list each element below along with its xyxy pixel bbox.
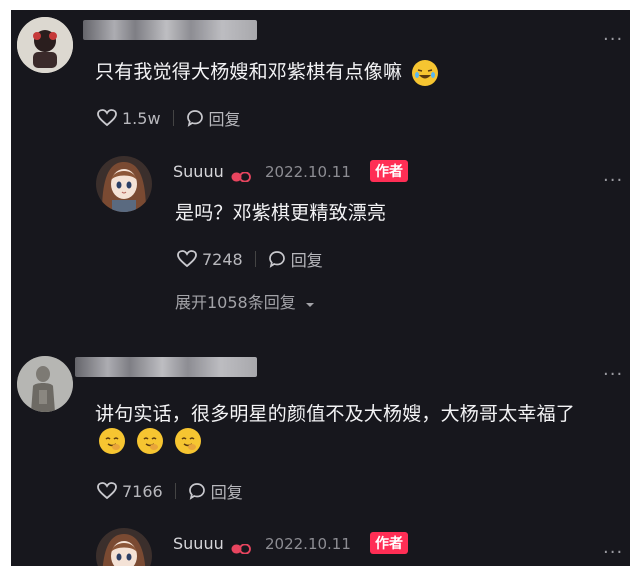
commenter-1-avatar[interactable] [17, 17, 73, 73]
comment-2-actions: 7166 回复 [97, 479, 243, 503]
comment-1-actions: 1.5w 回复 [97, 106, 241, 130]
comment-1-more-button[interactable]: ... [603, 24, 623, 45]
heart-icon[interactable] [97, 482, 117, 500]
comment-1-like-count: 1.5w [122, 108, 161, 128]
action-divider [172, 110, 174, 126]
expand-replies-label: 展开1058条回复 [175, 293, 296, 312]
expand-replies-button[interactable]: 展开1058条回复 [175, 289, 315, 313]
commenter-2-name-redacted [75, 357, 257, 377]
shy-smile-emoji-icon [99, 428, 125, 454]
chevron-down-icon [305, 294, 315, 313]
reply-1-username[interactable]: Suuuu [173, 162, 224, 181]
reply-1-date: 2022.10.11 [265, 163, 351, 181]
link-icon [231, 167, 251, 186]
action-divider [254, 251, 256, 267]
comment-2-reply-button[interactable]: 回复 [211, 479, 243, 503]
reply-1-text: 是吗？邓紫棋更精致漂亮 [175, 202, 387, 224]
comment-1-text: 只有我觉得大杨嫂和邓紫棋有点像嘛 [95, 57, 439, 86]
reply-2-username[interactable]: Suuuu [173, 534, 224, 553]
commenter-1-name-redacted [83, 20, 257, 40]
comment-1-text-content: 只有我觉得大杨嫂和邓紫棋有点像嘛 [95, 61, 403, 83]
commenter-2-avatar[interactable] [17, 356, 73, 412]
reply-1-more-button[interactable]: ... [603, 165, 623, 186]
reply-1-actions: 7248 回复 [177, 247, 323, 271]
reply-2-date: 2022.10.11 [265, 535, 351, 553]
author-badge: 作者 [370, 532, 408, 554]
reply-2-more-button[interactable]: ... [603, 537, 623, 558]
author-avatar[interactable] [96, 528, 152, 566]
author-badge: 作者 [370, 160, 408, 182]
heart-icon[interactable] [97, 109, 117, 127]
comment-screen: ... 只有我觉得大杨嫂和邓紫棋有点像嘛 1.5w 回复 Suuuu 2022.… [11, 10, 630, 566]
reply-1-like-count: 7248 [202, 249, 243, 269]
reply-1-reply-button[interactable]: 回复 [291, 247, 323, 271]
comment-2-like-count: 7166 [122, 481, 163, 501]
action-divider [174, 483, 176, 499]
comment-2-emojis [99, 428, 201, 454]
reply-bubble-icon[interactable] [188, 482, 206, 500]
comment-2-more-button[interactable]: ... [603, 359, 623, 380]
reply-bubble-icon[interactable] [186, 109, 204, 127]
laughing-tears-emoji-icon [412, 59, 439, 86]
link-icon [231, 539, 251, 558]
reply-bubble-icon[interactable] [268, 250, 286, 268]
author-avatar[interactable] [96, 156, 152, 212]
comment-2-text: 讲句实话，很多明星的颜值不及大杨嫂，大杨哥太幸福了 [95, 403, 576, 425]
shy-smile-emoji-icon [137, 428, 163, 454]
shy-smile-emoji-icon [175, 428, 201, 454]
comment-1-reply-button[interactable]: 回复 [209, 106, 241, 130]
heart-icon[interactable] [177, 250, 197, 268]
